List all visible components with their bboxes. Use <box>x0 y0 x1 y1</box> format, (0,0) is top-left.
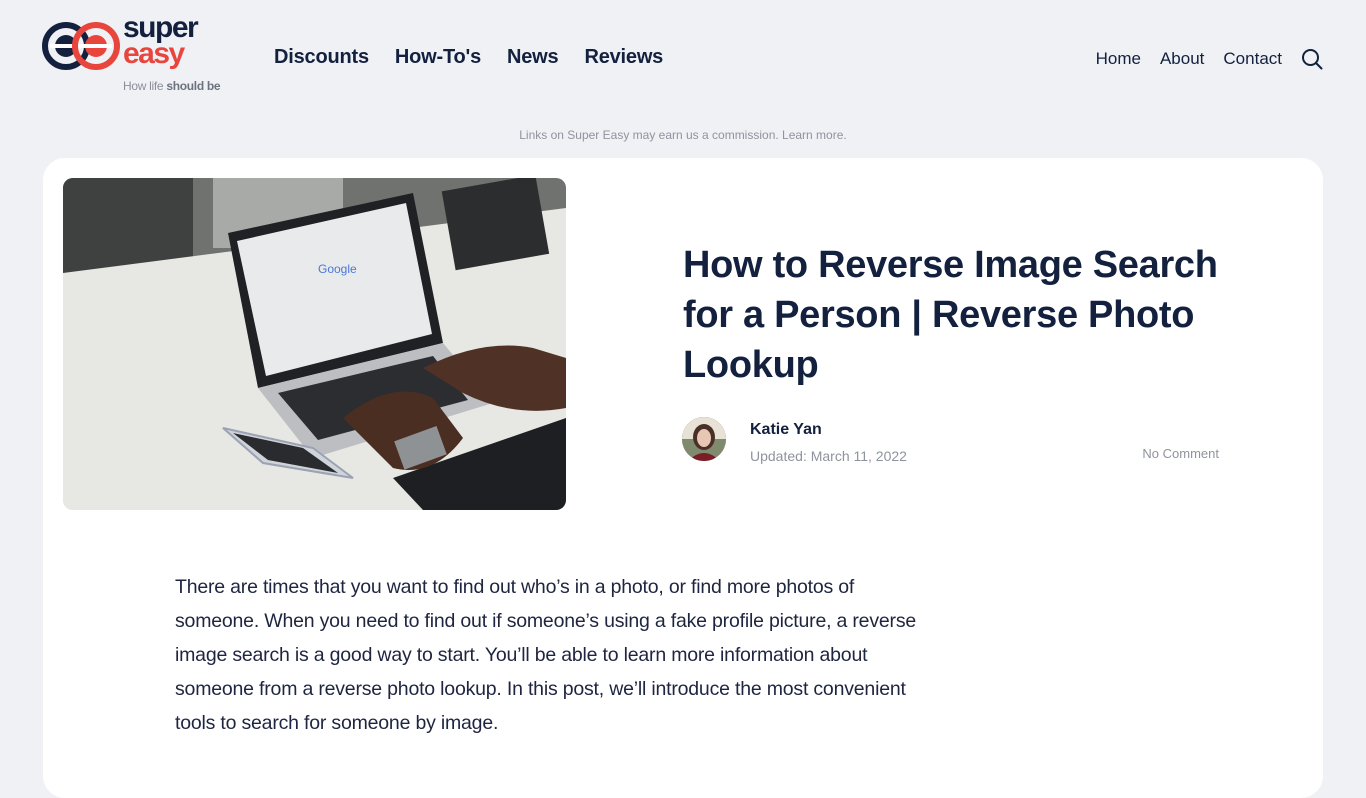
secondary-nav: Home About Contact <box>1096 48 1323 70</box>
main-nav: Discounts How-To's News Reviews <box>274 46 663 69</box>
logo-word-easy: easy <box>123 37 185 70</box>
comments-link[interactable]: No Comment <box>1142 446 1219 461</box>
logo-mark-icon <box>42 22 120 70</box>
nav-discounts[interactable]: Discounts <box>274 46 369 69</box>
updated-date: Updated: March 11, 2022 <box>750 448 907 464</box>
search-button[interactable] <box>1301 48 1323 70</box>
author-avatar[interactable] <box>682 417 726 461</box>
nav-reviews[interactable]: Reviews <box>584 46 663 69</box>
site-logo[interactable]: super easy How life should be <box>42 13 232 98</box>
disclaimer-text: Links on Super Easy may earn us a commis… <box>519 128 783 142</box>
tagline-bold: should be <box>166 79 221 93</box>
nav-contact[interactable]: Contact <box>1223 49 1282 69</box>
logo-wordmark: super easy <box>123 13 199 70</box>
nav-how-tos[interactable]: How-To's <box>395 46 481 69</box>
affiliate-disclaimer: Links on Super Easy may earn us a commis… <box>0 128 1366 142</box>
hero-image: Google <box>63 178 566 510</box>
search-icon <box>1302 49 1323 70</box>
site-header: super easy How life should be Discounts … <box>0 0 1366 110</box>
author-name[interactable]: Katie Yan <box>750 421 822 439</box>
author-meta: Katie Yan Updated: March 11, 2022 No Com… <box>682 416 1222 466</box>
learn-more-link[interactable]: Learn more. <box>782 128 847 142</box>
nav-news[interactable]: News <box>507 46 559 69</box>
svg-text:Google: Google <box>318 262 357 276</box>
article-title: How to Reverse Image Search for a Person… <box>683 244 1218 386</box>
tagline-light: How life <box>123 79 167 93</box>
nav-home[interactable]: Home <box>1096 49 1141 69</box>
nav-about[interactable]: About <box>1160 49 1204 69</box>
article-intro: There are times that you want to find ou… <box>175 576 917 734</box>
article-card: Google How to Reverse Image Search for a… <box>43 158 1323 798</box>
logo-tagline: How life should be <box>123 79 221 93</box>
hero-photo-illustration: Google <box>63 178 566 510</box>
avatar-portrait-icon <box>682 417 726 461</box>
